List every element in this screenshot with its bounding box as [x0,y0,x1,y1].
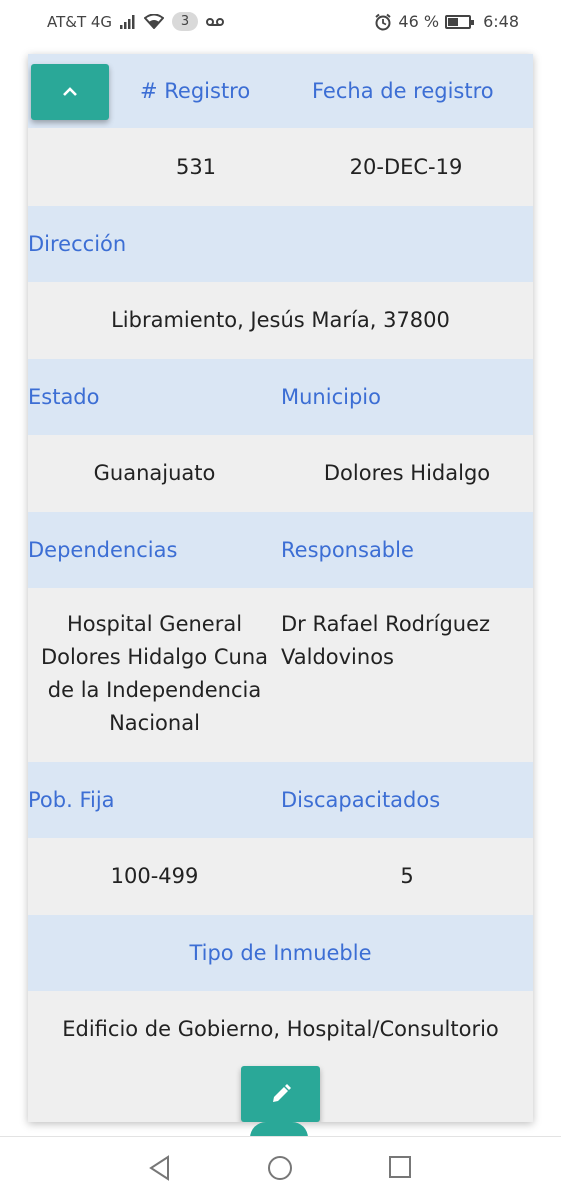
estado-label: Estado [28,385,100,409]
registro-label: # Registro [140,79,251,103]
dependencias-line-4: Nacional [109,711,200,735]
responsable-label: Responsable [281,538,414,562]
responsable-line-1: Dr Rafael Rodríguez [281,612,491,636]
municipio-value: Dolores Hidalgo [323,461,491,485]
registro-value-row: 531 20-DEC-19 [28,128,533,206]
recents-icon[interactable] [388,1155,412,1179]
registro-header-row: # Registro Fecha de registro [28,54,533,128]
pencil-icon [272,1084,291,1102]
voicemail-icon [206,17,225,26]
system-navigation-bar [0,1136,561,1200]
pob-fija-value: 100-499 [110,864,199,888]
dependencias-line-2: Dolores Hidalgo Cuna [40,645,269,669]
direccion-label: Dirección [28,232,127,256]
dependencias-value-row: Hospital General Dolores Hidalgo Cuna de… [28,588,533,762]
record-card: # Registro Fecha de registro 531 20-DEC-… [28,54,533,1122]
chevron-up-icon [63,87,77,96]
edit-button[interactable] [241,1066,320,1122]
estado-value: Guanajuato [93,461,216,485]
carrier-label: AT&T 4G [47,12,113,31]
back-icon[interactable] [148,1155,172,1181]
tipo-inmueble-header-row: Tipo de Inmueble [28,915,533,991]
discapacitados-label: Discapacitados [281,788,441,812]
poblacion-value-row: 100-499 5 [28,838,533,915]
fecha-value: 20-DEC-19 [349,155,463,179]
direccion-value-row: Libramiento, Jesús María, 37800 [28,282,533,359]
direccion-value: Libramiento, Jesús María, 37800 [111,308,450,332]
collapse-button[interactable] [31,64,109,120]
dependencias-header-row: Dependencias Responsable [28,512,533,588]
notification-count-badge: 3 [172,12,199,31]
battery-percent: 46 % [398,12,440,31]
poblacion-header-row: Pob. Fija Discapacitados [28,762,533,838]
clock: 6:48 [483,12,519,31]
estado-value-row: Guanajuato Dolores Hidalgo [28,435,533,512]
signal-icon [120,14,135,29]
tipo-inmueble-value: Edificio de Gobierno, Hospital/Consultor… [62,1017,499,1041]
municipio-label: Municipio [281,385,381,409]
estado-header-row: Estado Municipio [28,359,533,435]
dependencias-line-3: de la Independencia [47,678,262,702]
alarm-icon [375,13,392,30]
pob-fija-label: Pob. Fija [28,788,115,812]
wifi-icon [144,14,165,29]
discapacitados-value: 5 [400,864,414,888]
tipo-inmueble-label: Tipo de Inmueble [189,941,372,965]
dependencias-label: Dependencias [28,538,178,562]
responsable-line-2: Valdovinos [281,645,394,669]
registro-value: 531 [175,155,217,179]
direccion-header-row: Dirección [28,206,533,282]
fecha-label: Fecha de registro [312,79,494,103]
home-icon[interactable] [267,1155,293,1181]
battery-icon [445,14,475,29]
status-bar: AT&T 4G 3 46 % 6:48 [0,0,561,44]
dependencias-line-1: Hospital General [66,612,243,636]
